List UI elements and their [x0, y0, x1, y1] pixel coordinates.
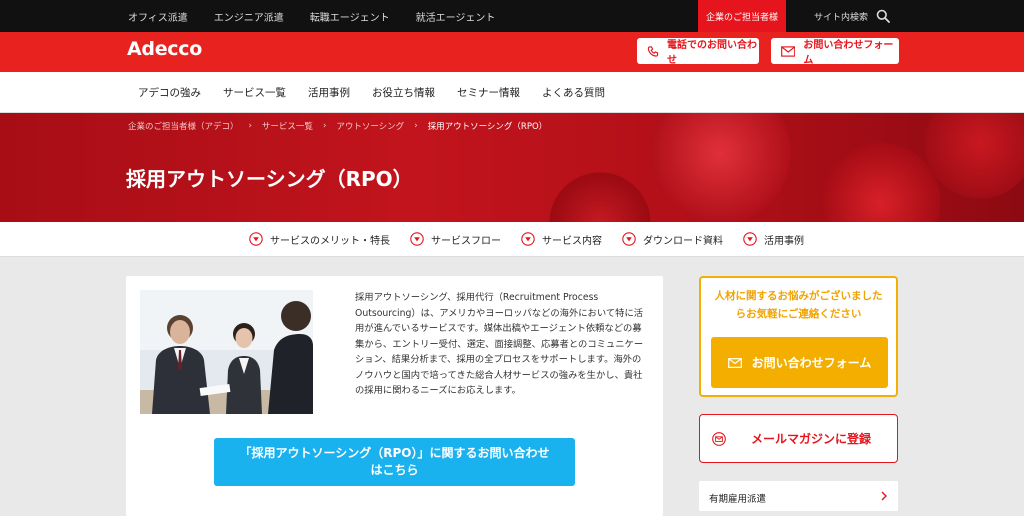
nav-item-cases[interactable]: 活用事例: [308, 85, 350, 100]
sidebar-contact-message-line2: らお気軽にご連絡ください: [735, 308, 862, 320]
main-nav: アデコの強み サービス一覧 活用事例 お役立ち情報 セミナー情報 よくある質問: [0, 72, 1024, 113]
brand-bar: Adecco 電話でのお問い合わせ お問い合わせフォーム: [0, 32, 1024, 72]
anchor-label: サービス内容: [542, 235, 602, 247]
nav-item-faq[interactable]: よくある質問: [542, 85, 605, 100]
anchor-flow[interactable]: サービスフロー: [410, 232, 501, 247]
breadcrumb-separator: ›: [248, 121, 252, 131]
anchor-cases[interactable]: 活用事例: [743, 232, 804, 247]
nav-item-strengths[interactable]: アデコの強み: [138, 85, 201, 100]
phone-contact-button[interactable]: 電話でのお問い合わせ: [637, 38, 759, 66]
anchor-label: 活用事例: [764, 235, 804, 247]
newsletter-button[interactable]: メールマガジンに登録: [699, 414, 898, 463]
nav-item-seminars[interactable]: セミナー情報: [457, 85, 520, 100]
down-arrow-circle-icon: [521, 232, 535, 246]
sidebar-contact-message: 人材に関するお悩みがございました らお気軽にご連絡ください: [701, 287, 896, 323]
top-link-job-hunting[interactable]: 就活エージェント: [416, 9, 496, 24]
rpo-inquiry-button[interactable]: 「採用アウトソーシング（RPO）」に関するお問い合わせ はこちら: [214, 438, 575, 486]
cta-line-1: 「採用アウトソーシング（RPO）」に関するお問い合わせ: [239, 446, 550, 460]
newsletter-label: メールマガジンに登録: [751, 432, 872, 446]
down-arrow-circle-icon: [410, 232, 424, 246]
breadcrumb-item-services[interactable]: サービス一覧: [262, 120, 313, 132]
down-arrow-circle-icon: [249, 232, 263, 246]
sidebar-list-item[interactable]: 有期雇用派遣: [699, 481, 898, 511]
anchor-content[interactable]: サービス内容: [521, 232, 602, 247]
top-link-office[interactable]: オフィス派遣: [128, 9, 188, 24]
breadcrumb: 企業のご担当者様（アデコ） › サービス一覧 › アウトソーシング › 採用アウ…: [128, 120, 547, 132]
nav-item-resources[interactable]: お役立ち情報: [372, 85, 435, 100]
site-search-label[interactable]: サイト内検索: [814, 0, 868, 32]
breadcrumb-item-corporate[interactable]: 企業のご担当者様（アデコ）: [128, 120, 239, 132]
anchor-label: サービスのメリット・特長: [270, 235, 390, 247]
top-links: オフィス派遣 エンジニア派遣 転職エージェント 就活エージェント: [128, 0, 495, 32]
adecco-logo[interactable]: Adecco: [127, 38, 202, 60]
nav-item-services[interactable]: サービス一覧: [223, 85, 286, 100]
breadcrumb-separator: ›: [322, 121, 327, 131]
phone-contact-label: 電話でのお問い合わせ: [666, 40, 757, 66]
search-icon[interactable]: [876, 9, 890, 23]
business-meeting-photo: [140, 290, 313, 414]
cta-line-2: はこちら: [370, 463, 419, 477]
sidebar-contact-form-button[interactable]: お問い合わせフォーム: [711, 337, 888, 388]
envelope-icon: [727, 357, 742, 368]
top-bar: オフィス派遣 エンジニア派遣 転職エージェント 就活エージェント 企業のご担当者…: [0, 0, 1024, 32]
meeting-illustration: [140, 290, 313, 414]
anchor-merits[interactable]: サービスのメリット・特長: [249, 232, 390, 247]
page-title: 採用アウトソーシング（RPO）: [126, 167, 413, 191]
service-intro-card: 採用アウトソーシング、採用代行（Recruitment Process Outs…: [126, 276, 663, 516]
breadcrumb-item-outsourcing[interactable]: アウトソーシング: [336, 120, 404, 132]
anchor-label: サービスフロー: [431, 235, 501, 247]
top-link-career-agent[interactable]: 転職エージェント: [310, 9, 390, 24]
hero-banner: 企業のご担当者様（アデコ） › サービス一覧 › アウトソーシング › 採用アウ…: [0, 113, 1024, 222]
anchor-label: ダウンロード資料: [643, 235, 723, 247]
breadcrumb-separator: ›: [414, 121, 418, 131]
sidebar-contact-form-label: お問い合わせフォーム: [751, 356, 872, 370]
chevron-right-icon: [881, 491, 887, 501]
envelope-icon: [781, 45, 796, 57]
down-arrow-circle-icon: [622, 232, 636, 246]
down-arrow-circle-icon: [743, 232, 757, 246]
top-link-engineer[interactable]: エンジニア派遣: [214, 9, 284, 24]
anchor-downloads[interactable]: ダウンロード資料: [622, 232, 723, 247]
form-contact-button[interactable]: お問い合わせフォーム: [771, 38, 899, 66]
mail-circle-icon: [712, 432, 726, 446]
form-contact-label: お問い合わせフォーム: [803, 40, 894, 66]
service-description: 採用アウトソーシング、採用代行（Recruitment Process Outs…: [355, 292, 644, 396]
sidebar-list-item-label: 有期雇用派遣: [709, 494, 767, 505]
sidebar-contact-box: 人材に関するお悩みがございました らお気軽にご連絡ください お問い合わせフォーム: [699, 276, 898, 397]
anchor-nav: サービスのメリット・特長 サービスフロー サービス内容 ダウンロード資料 活用事…: [0, 222, 1024, 257]
breadcrumb-item-current: 採用アウトソーシング（RPO）: [427, 122, 548, 132]
corporate-tab[interactable]: 企業のご担当者様: [698, 0, 786, 32]
phone-icon: [647, 45, 659, 57]
sidebar-contact-message-line1: 人材に関するお悩みがございました: [714, 290, 883, 302]
